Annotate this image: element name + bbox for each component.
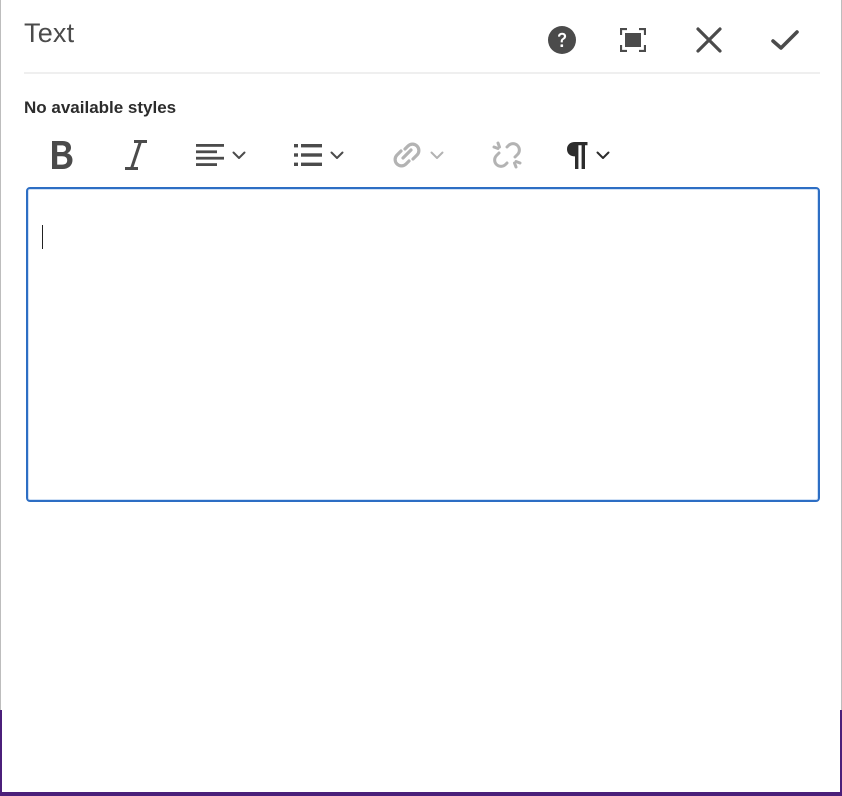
help-icon: [548, 26, 576, 54]
align-dropdown-button[interactable]: [196, 132, 246, 178]
list-icon: [294, 144, 322, 166]
close-icon: [696, 27, 722, 53]
bold-icon: [52, 141, 73, 169]
unlink-icon: [492, 141, 522, 169]
text-caret: [42, 225, 43, 249]
unlink-button: [492, 132, 522, 178]
done-button[interactable]: [765, 20, 805, 60]
chevron-down-icon: [330, 151, 344, 159]
cancel-button[interactable]: [689, 20, 729, 60]
italic-icon: [125, 140, 147, 170]
check-icon: [771, 30, 799, 50]
link-dropdown-button: [392, 132, 444, 178]
rte-toolbar: [24, 132, 820, 178]
link-icon: [393, 142, 421, 168]
fullscreen-icon: [620, 28, 646, 52]
chevron-down-icon: [232, 151, 246, 159]
paragraph-format-dropdown-button[interactable]: [566, 132, 610, 178]
styles-label: No available styles: [24, 98, 177, 117]
paragraph-icon: [567, 142, 588, 169]
backdrop-accent-bottom: [0, 792, 842, 796]
list-dropdown-button[interactable]: [294, 132, 344, 178]
chevron-down-icon: [430, 151, 444, 159]
backdrop-edge-left: [0, 0, 1, 796]
text-edit-dialog: Text No available styles: [2, 0, 840, 792]
dialog-title: Text: [24, 18, 75, 48]
chevron-down-icon: [596, 151, 610, 159]
help-button[interactable]: [542, 20, 582, 60]
dialog-header: Text: [24, 0, 820, 74]
bold-button[interactable]: [50, 132, 74, 178]
align-icon: [196, 144, 224, 166]
fullscreen-button[interactable]: [613, 20, 653, 60]
italic-button[interactable]: [124, 132, 148, 178]
rich-text-editor[interactable]: [26, 187, 820, 502]
